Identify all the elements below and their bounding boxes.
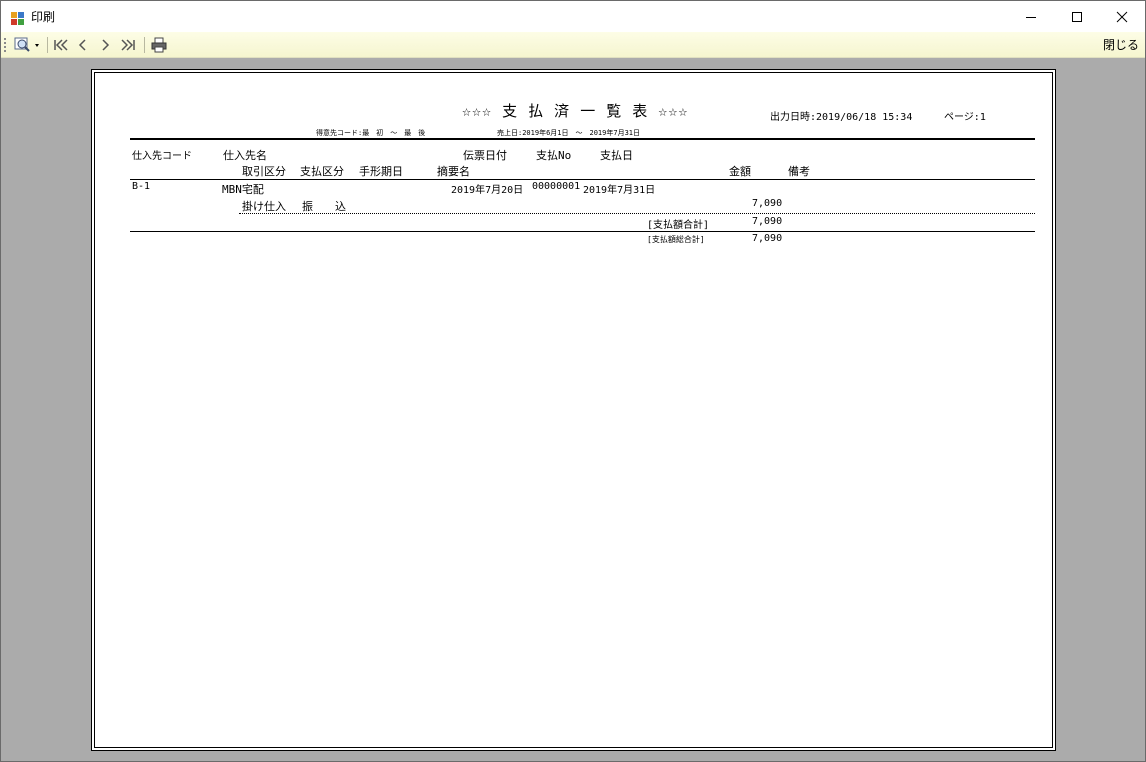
- toolbar-separator: [144, 37, 145, 53]
- printer-window-icon: [11, 10, 24, 25]
- header-remarks: 備考: [788, 165, 810, 178]
- record-payment-type: 振 込: [302, 200, 346, 213]
- record-dotted-rule: [239, 213, 1035, 214]
- magnifier-icon: [14, 37, 39, 52]
- title-bar[interactable]: 印刷: [1, 1, 1145, 32]
- record-payment-no: 00000001: [532, 181, 581, 192]
- minimize-button[interactable]: [1008, 1, 1054, 32]
- toolbar-grip[interactable]: [4, 38, 6, 52]
- report-title: ☆☆☆ 支 払 済 一 覧 表 ☆☆☆: [462, 102, 689, 120]
- customer-code-range: 得意先コード:最 初 ～ 最 後: [316, 129, 426, 137]
- toolbar-separator: [47, 37, 48, 53]
- last-page-icon: [121, 39, 135, 51]
- subtotal-rule: [130, 231, 1035, 232]
- subtotal-label: [支払額合計]: [647, 220, 710, 231]
- grand-total-label: [支払額総合計]: [647, 235, 705, 244]
- close-preview-button[interactable]: 閉じる: [1103, 36, 1139, 53]
- header-supplier-code: 仕入先コード: [132, 151, 192, 162]
- print-button[interactable]: [149, 35, 169, 55]
- report-page: ☆☆☆ 支 払 済 一 覧 表 ☆☆☆ 出力日時:2019/06/18 15:3…: [91, 69, 1056, 751]
- previous-page-button[interactable]: [75, 35, 91, 55]
- record-transaction-type: 掛け仕入: [242, 200, 286, 213]
- maximize-button[interactable]: [1054, 1, 1100, 32]
- header-supplier-name: 仕入先名: [223, 149, 267, 162]
- print-preview-window: 印刷 閉じる ☆☆☆ 支 払 済 一 覧 表 ☆☆☆ 出力日時:2019/06/…: [0, 0, 1146, 762]
- next-page-button[interactable]: [97, 35, 113, 55]
- window-title: 印刷: [31, 10, 56, 24]
- record-slip-date: 2019年7月20日: [451, 185, 524, 196]
- header-top-rule: [130, 138, 1035, 140]
- header-amount: 金額: [729, 165, 751, 178]
- header-summary-name: 摘要名: [437, 165, 470, 178]
- header-payment-no: 支払No: [536, 149, 572, 162]
- first-page-icon: [54, 39, 68, 51]
- header-transaction-type: 取引区分: [242, 165, 286, 178]
- record-amount: 7,090: [752, 198, 783, 209]
- header-bill-due-date: 手形期日: [359, 165, 403, 178]
- first-page-button[interactable]: [51, 35, 71, 55]
- record-supplier-name: MBN宅配: [222, 183, 264, 196]
- header-payment-type: 支払区分: [300, 165, 344, 178]
- record-payment-date: 2019年7月31日: [583, 185, 656, 196]
- header-slip-date: 伝票日付: [463, 149, 507, 162]
- subtotal-amount: 7,090: [752, 216, 783, 227]
- next-page-icon: [102, 39, 110, 51]
- grand-total-amount: 7,090: [752, 233, 783, 244]
- previous-page-icon: [78, 39, 86, 51]
- report-page-border: [94, 72, 1053, 748]
- header-payment-date: 支払日: [600, 149, 633, 162]
- close-window-button[interactable]: [1099, 1, 1145, 32]
- printer-icon: [151, 37, 167, 53]
- maximize-icon: [1072, 11, 1082, 22]
- sales-date-range: 売上日:2019年6月1日 ～ 2019年7月31日: [497, 129, 641, 137]
- output-datetime: 出力日時:2019/06/18 15:34: [770, 112, 913, 123]
- preview-toolbar: 閉じる: [1, 32, 1145, 58]
- close-icon: [1116, 11, 1128, 22]
- last-page-button[interactable]: [118, 35, 138, 55]
- header-bottom-rule: [130, 179, 1035, 180]
- zoom-dropdown-button[interactable]: [13, 35, 43, 55]
- minimize-icon: [1026, 16, 1036, 18]
- record-supplier-code: B-1: [132, 181, 151, 192]
- page-number: ページ:1: [944, 112, 986, 123]
